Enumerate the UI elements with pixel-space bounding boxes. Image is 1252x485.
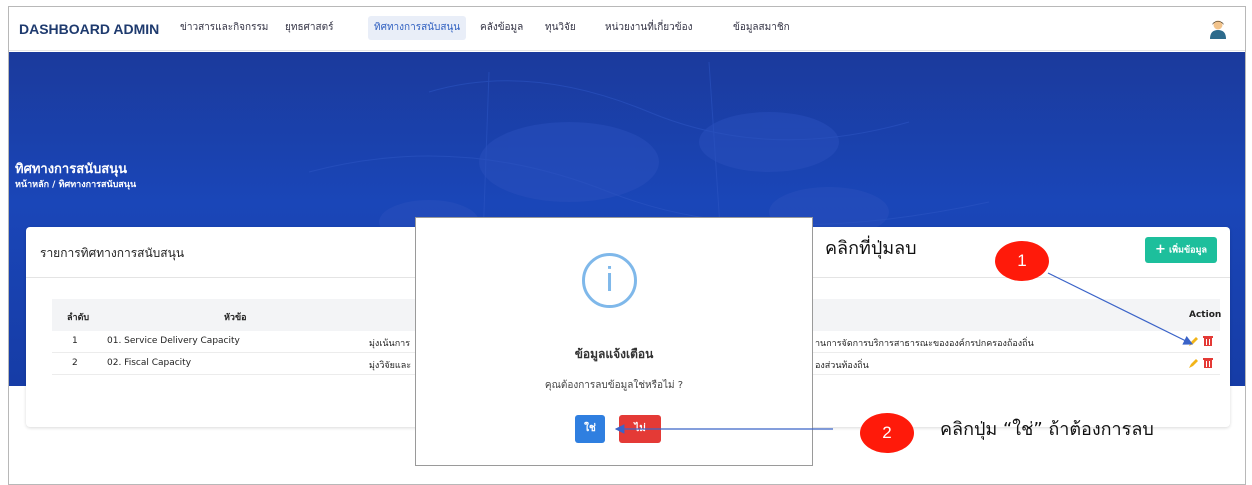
- annotation-step2-text: คลิกปุ่ม “ใช่” ถ้าต้องการลบ: [940, 419, 1154, 440]
- add-data-button[interactable]: + เพิ่มข้อมูล: [1145, 237, 1217, 263]
- row-actions: [1188, 334, 1216, 348]
- trash-icon[interactable]: [1202, 356, 1214, 369]
- step2-badge: 2: [860, 413, 914, 453]
- pencil-icon[interactable]: [1188, 357, 1200, 369]
- annotation-step1-text: คลิกที่ปุ่มลบ: [825, 238, 917, 259]
- dialog-message: คุณต้องการลบข้อมูลใช่หรือไม่ ?: [544, 380, 684, 391]
- nav-item-data-warehouse[interactable]: คลังข้อมูล: [474, 16, 529, 40]
- add-data-label: เพิ่มข้อมูล: [1169, 245, 1207, 256]
- nav-item-support-direction[interactable]: ทิศทางการสนับสนุน: [368, 16, 467, 40]
- step1-badge: 1: [995, 241, 1049, 281]
- row-description: มุ่งวิจัยและ: [369, 361, 412, 371]
- nav-item-research-funds[interactable]: ทุนวิจัย: [539, 16, 582, 40]
- row-index: 1: [72, 336, 78, 346]
- row-index: 2: [72, 358, 78, 368]
- nav-item-strategy[interactable]: ยุทธศาสตร์: [279, 16, 340, 40]
- confirm-delete-dialog: i ข้อมูลแจ้งเตือน คุณต้องการลบข้อมูลใช่ห…: [415, 217, 813, 466]
- row-description-end: องส่วนท้องถิ่น: [815, 361, 869, 371]
- nav-item-members[interactable]: ข้อมูลสมาชิก: [727, 16, 796, 40]
- page-title: ทิศทางการสนับสนุน: [15, 162, 127, 177]
- row-topic: 02. Fiscal Capacity: [107, 358, 192, 368]
- pencil-icon[interactable]: [1188, 335, 1200, 347]
- brand-title[interactable]: DASHBOARD ADMIN: [19, 21, 159, 37]
- card-title: รายการทิศทางการสนับสนุน: [40, 246, 185, 260]
- breadcrumb[interactable]: หน้าหลัก / ทิศทางการสนับสนุน: [15, 177, 136, 191]
- dialog-title: ข้อมูลแจ้งเตือน: [574, 347, 654, 361]
- nav-item-news[interactable]: ข่าวสารและกิจกรรม: [174, 16, 274, 40]
- top-navbar: DASHBOARD ADMIN ข่าวสารและกิจกรรม ยุทธศา…: [9, 7, 1245, 51]
- header-index: ลำดับ: [67, 313, 90, 323]
- confirm-yes-button[interactable]: ใช่: [575, 415, 605, 443]
- info-icon: i: [582, 253, 637, 308]
- header-topic: หัวข้อ: [224, 313, 247, 323]
- row-description-end: านการจัดการบริการสาธารณะขององค์กรปกครองถ…: [815, 339, 1034, 349]
- row-description: มุ่งเน้นการ: [369, 339, 411, 349]
- cancel-no-button[interactable]: ไม่: [619, 415, 661, 443]
- nav-item-related-agencies[interactable]: หน่วยงานที่เกี่ยวข้อง: [599, 16, 699, 40]
- trash-icon[interactable]: [1202, 334, 1214, 347]
- header-action: Action: [1189, 310, 1222, 320]
- user-avatar-icon[interactable]: [1209, 19, 1227, 39]
- plus-icon: +: [1155, 242, 1166, 257]
- row-actions: [1188, 356, 1216, 370]
- row-topic: 01. Service Delivery Capacity: [107, 336, 240, 346]
